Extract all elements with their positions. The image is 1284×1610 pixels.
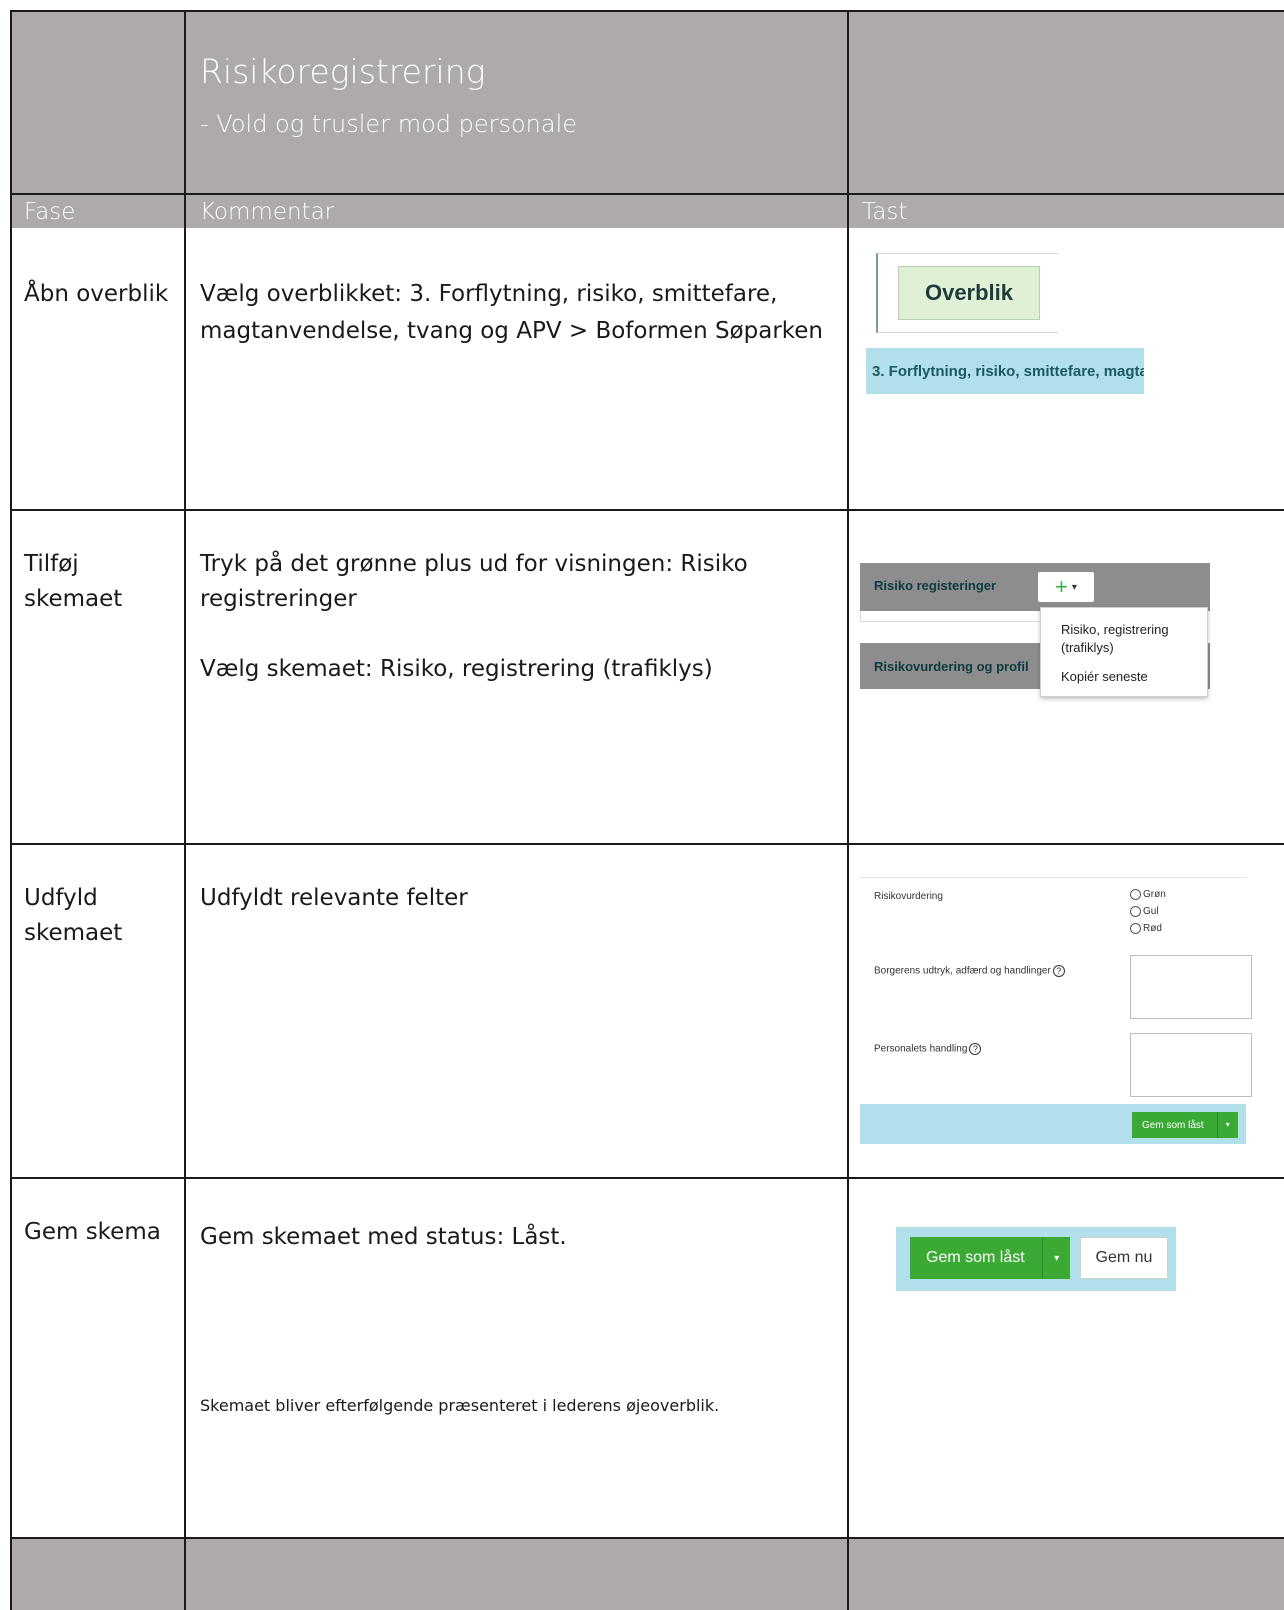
overblik-screenshot: Overblik xyxy=(876,253,1058,333)
column-header-kommentar: Kommentar xyxy=(200,199,335,225)
menu-item-kopier-seneste[interactable]: Kopiér seneste xyxy=(1061,669,1148,684)
comment-line: magtanvendelse, tvang og APV > Boformen … xyxy=(200,318,824,344)
phase-udfyld: Udfyld xyxy=(24,885,98,911)
radio-gul[interactable]: Gul xyxy=(1130,906,1159,917)
save-bar: Gem som låst ▾ xyxy=(860,1104,1246,1144)
radio-circle xyxy=(1130,923,1141,934)
table-border xyxy=(10,509,1284,511)
phase-abn-overblik: Åbn overblik xyxy=(24,281,169,307)
save-now-button[interactable]: Gem nu xyxy=(1080,1237,1168,1279)
table-border xyxy=(10,1537,1284,1539)
overblik-button[interactable]: Overblik xyxy=(898,266,1040,320)
field-label-text: Personalets handling xyxy=(874,1043,968,1055)
comment-line: registreringer xyxy=(200,586,357,612)
comment-line: Vælg skemaet: Risiko, registrering (traf… xyxy=(200,656,713,682)
field-label: Borgerens udtryk, adfærd og handlinger? xyxy=(874,965,1065,977)
help-icon[interactable]: ? xyxy=(969,1043,982,1055)
comment-line: Vælg overblikket: 3. Forflytning, risiko… xyxy=(200,281,778,307)
column-divider xyxy=(847,10,849,1610)
udtryk-textarea[interactable] xyxy=(1130,955,1252,1019)
table-border xyxy=(10,843,1284,845)
risk-form-screenshot: Risikovurdering Grøn Gul Rød Borgerens u… xyxy=(860,877,1252,1144)
menu-item-risiko-registrering[interactable]: Risiko, registrering (trafiklys) xyxy=(1061,621,1201,657)
table-border xyxy=(10,1177,1284,1179)
radio-label: Grøn xyxy=(1143,889,1166,900)
save-locked-button[interactable]: Gem som låst ▾ xyxy=(1132,1112,1238,1138)
chevron-down-icon: ▾ xyxy=(1071,581,1077,593)
column-header-tast: Tast xyxy=(862,199,908,225)
page-title: Risikoregistrering xyxy=(200,52,486,91)
add-form-button[interactable]: + ▾ xyxy=(1038,572,1094,602)
phase-tilfoj: skemaet xyxy=(24,586,123,612)
footer-band xyxy=(10,1539,1284,1610)
radio-label: Rød xyxy=(1143,923,1162,934)
comment-note: Skemaet bliver efterfølgende præsenteret… xyxy=(200,1396,720,1415)
field-label: Personalets handling? xyxy=(874,1043,982,1055)
plus-icon: + xyxy=(1055,574,1068,599)
column-divider xyxy=(184,10,186,1610)
radio-gron[interactable]: Grøn xyxy=(1130,889,1166,900)
table-border xyxy=(10,193,1284,195)
phase-gem-skema: Gem skema xyxy=(24,1219,161,1245)
column-header-fase: Fase xyxy=(24,199,76,225)
risk-assessment-label: Risikovurdering xyxy=(874,891,943,902)
radio-rod[interactable]: Rød xyxy=(1130,923,1162,934)
bar-content-area xyxy=(860,611,1042,622)
radio-circle xyxy=(1130,889,1141,900)
form-dropdown-menu: Risiko, registrering (trafiklys) Kopiér … xyxy=(1040,607,1208,697)
bar-label: Risikovurdering og profil xyxy=(874,659,1029,674)
save-label: Gem som låst xyxy=(1142,1119,1204,1131)
overview-view-item[interactable]: 3. Forflytning, risiko, smittefare, magt… xyxy=(866,348,1144,394)
save-locked-button[interactable]: Gem som låst ▾ xyxy=(910,1237,1070,1279)
instruction-table: Risikoregistrering - Vold og trusler mod… xyxy=(10,10,1284,1610)
risiko-registeringer-bar: Risiko registeringer + ▾ xyxy=(860,563,1210,611)
help-icon[interactable]: ? xyxy=(1052,965,1065,977)
bar-label: Risiko registeringer xyxy=(874,578,997,593)
radio-circle xyxy=(1130,906,1141,917)
field-label-text: Borgerens udtryk, adfærd og handlinger xyxy=(874,965,1051,977)
chevron-down-icon[interactable]: ▾ xyxy=(1216,1112,1238,1138)
table-border-left xyxy=(10,10,12,1610)
save-buttons-screenshot: Gem som låst ▾ Gem nu xyxy=(896,1227,1176,1291)
comment-line: Tryk på det grønne plus ud for visningen… xyxy=(200,551,748,577)
personale-textarea[interactable] xyxy=(1130,1033,1252,1097)
save-label: Gem som låst xyxy=(926,1249,1025,1266)
phase-tilfoj: Tilføj xyxy=(24,551,79,577)
page-subtitle: - Vold og trusler mod personale xyxy=(200,110,578,138)
table-border-top xyxy=(10,10,1284,12)
chevron-down-icon[interactable]: ▾ xyxy=(1042,1237,1070,1279)
phase-udfyld: skemaet xyxy=(24,920,123,946)
comment-line: Gem skemaet med status: Låst. xyxy=(200,1224,567,1250)
comment-line: Udfyldt relevante felter xyxy=(200,885,468,911)
radio-label: Gul xyxy=(1143,906,1159,917)
